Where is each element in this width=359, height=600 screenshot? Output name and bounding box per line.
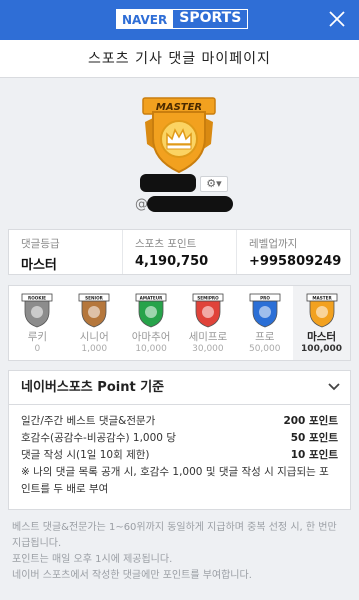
point-row-label: 댓글 작성 시(1일 10회 제한) xyxy=(21,449,150,461)
level-points: 1,000 xyxy=(81,344,108,354)
master-badge-icon: MASTER xyxy=(142,97,216,174)
level-item: PRO 프로 50,000 xyxy=(236,286,293,360)
profile-area: ⚙▾ @ xyxy=(0,170,359,220)
stat-grade: 댓글등급 마스터 xyxy=(9,230,123,274)
chevron-down-icon[interactable] xyxy=(328,382,340,392)
level-badge-text: ROOKIE xyxy=(28,296,46,301)
point-row: 댓글 작성 시(1일 10회 제한) 10 포인트 xyxy=(21,447,338,464)
settings-button[interactable]: ⚙▾ xyxy=(200,176,228,192)
level-points: 10,000 xyxy=(135,344,167,354)
master-badge-label: MASTER xyxy=(156,102,202,113)
level-points: 50,000 xyxy=(248,344,281,354)
level-badge-icon: PRO xyxy=(249,293,281,328)
level-badge-icon: MASTER xyxy=(306,293,337,328)
stat-label: 레벨업까지 xyxy=(249,238,298,250)
level-name: 루키 xyxy=(27,331,48,343)
level-name: 세미프로 xyxy=(188,331,228,343)
level-item: MASTER 마스터 100,000 xyxy=(293,286,350,360)
point-row-value: 10 포인트 xyxy=(290,449,338,461)
level-badge-icon: SENIOR xyxy=(78,293,110,328)
level-list: ROOKIE 루키 0 SENIOR 시니어 1,000 AMATEUR 아마추어 10,000… xyxy=(8,285,351,361)
footnote-line: 베스트 댓글&전문가는 1~60위까지 동일하게 지급하며 중복 선정 시, 한… xyxy=(12,522,337,549)
level-points: 0 xyxy=(34,344,41,354)
level-badge-text: SENIOR xyxy=(85,296,103,301)
level-badge-text: SEMIPRO xyxy=(197,296,219,301)
level-name: 마스터 xyxy=(307,331,337,343)
gear-icon: ⚙▾ xyxy=(206,177,222,190)
level-points: 30,000 xyxy=(192,344,224,354)
stat-value: 4,190,750 xyxy=(135,254,209,269)
point-row-value: 200 포인트 xyxy=(283,415,338,427)
logo-naver: NAVER xyxy=(116,9,174,29)
logo-sports: SPORTS xyxy=(173,9,249,29)
stat-label: 댓글등급 xyxy=(21,238,60,250)
level-badge-text: PRO xyxy=(260,296,270,301)
footnote-line: 포인트는 매일 오후 1시에 제공됩니다. xyxy=(12,554,173,565)
level-badge-icon: AMATEUR xyxy=(135,293,167,328)
level-item: SENIOR 시니어 1,000 xyxy=(66,286,123,360)
stat-levelup: 레벨업까지 +995809249 xyxy=(237,230,350,274)
stats-panel: 댓글등급 마스터 스포츠 포인트 4,190,750 레벨업까지 +995809… xyxy=(8,229,351,275)
user-id-redacted xyxy=(147,196,233,212)
level-name: 아마추어 xyxy=(131,331,171,343)
level-badge-text: MASTER xyxy=(312,296,332,301)
point-note: ※ 나의 댓글 목록 공개 시, 호감수 1,000 및 댓글 작성 시 지급되… xyxy=(21,466,329,495)
nickname-redacted xyxy=(140,174,196,192)
level-name: 프로 xyxy=(255,331,275,343)
footnotes: 베스트 댓글&전문가는 1~60위까지 동일하게 지급하며 중복 선정 시, 한… xyxy=(12,520,347,584)
point-row-value: 50 포인트 xyxy=(290,432,338,444)
level-points: 100,000 xyxy=(301,344,343,354)
level-item: AMATEUR 아마추어 10,000 xyxy=(123,286,180,360)
point-criteria-body: 일간/주간 베스트 댓글&전문가 200 포인트 호감수(공감수-비공감수) 1… xyxy=(8,404,351,510)
level-item: ROOKIE 루키 0 xyxy=(9,286,66,360)
stat-value: 마스터 xyxy=(21,258,57,273)
page-title: 스포츠 기사 댓글 마이페이지 xyxy=(0,40,359,78)
master-badge: MASTER xyxy=(137,92,221,174)
footnote-line: 네이버 스포츠에서 작성한 댓글에만 포인트를 부여합니다. xyxy=(12,570,252,581)
level-item: SEMIPRO 세미프로 30,000 xyxy=(179,286,236,360)
level-badge-icon: ROOKIE xyxy=(22,293,53,328)
close-icon[interactable] xyxy=(327,9,347,29)
point-row: 일간/주간 베스트 댓글&전문가 200 포인트 xyxy=(21,413,338,430)
point-criteria-header[interactable]: 네이버스포츠 Point 기준 xyxy=(8,370,351,404)
level-badge-text: AMATEUR xyxy=(140,296,163,301)
stat-value: +995809249 xyxy=(249,254,342,269)
point-row-label: 일간/주간 베스트 댓글&전문가 xyxy=(21,415,156,427)
level-name: 시니어 xyxy=(79,331,109,343)
level-badge-icon: SEMIPRO xyxy=(192,293,224,328)
top-bar: NAVER SPORTS xyxy=(0,0,359,40)
naver-sports-logo[interactable]: NAVER SPORTS xyxy=(116,9,249,29)
point-criteria-title: 네이버스포츠 Point 기준 xyxy=(21,380,165,395)
point-row: 호감수(공감수-비공감수) 1,000 당 50 포인트 xyxy=(21,430,338,447)
stat-points: 스포츠 포인트 4,190,750 xyxy=(123,230,237,274)
stat-label: 스포츠 포인트 xyxy=(135,238,197,250)
point-row-label: 호감수(공감수-비공감수) 1,000 당 xyxy=(21,432,176,444)
